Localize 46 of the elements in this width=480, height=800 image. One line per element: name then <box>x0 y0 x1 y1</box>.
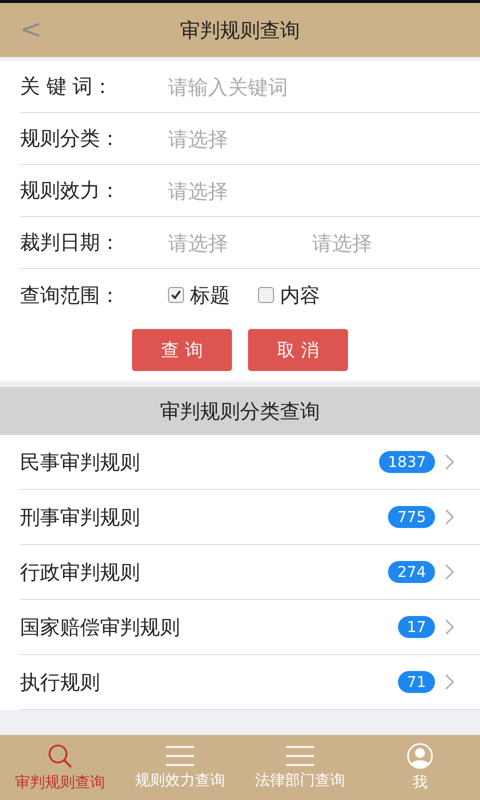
count-badge: 17 <box>398 616 435 638</box>
count-badge: 775 <box>388 506 435 528</box>
page-title: 审判规则查询 <box>180 16 300 44</box>
chevron-right-icon <box>445 619 454 635</box>
category-item[interactable]: 执行规则 71 <box>20 655 480 710</box>
category-item[interactable]: 国家赔偿审判规则 17 <box>20 600 480 655</box>
keyword-field[interactable]: 请输入关键词 <box>168 74 408 98</box>
count-badge: 1837 <box>378 451 435 473</box>
category-name: 国家赔偿审判规则 <box>20 614 181 640</box>
search-button[interactable]: 查 询 <box>132 329 232 371</box>
select-field[interactable]: 请选择 <box>168 126 288 150</box>
date-field[interactable]: 请选择 <box>168 230 312 254</box>
chevron-right-icon <box>445 564 454 580</box>
select-field[interactable]: 请选择 <box>168 178 288 202</box>
chevron-right-icon <box>445 454 454 470</box>
category-name: 刑事审判规则 <box>20 504 141 530</box>
category-item[interactable]: 民事审判规则 1837 <box>20 435 480 490</box>
section-header: 审判规则分类查询 <box>0 387 480 435</box>
field-label: 查询范围： <box>20 282 121 308</box>
menu-icon <box>285 745 315 767</box>
tab[interactable]: 审判规则查询 <box>0 735 120 800</box>
menu-icon <box>165 745 195 767</box>
cancel-button[interactable]: 取 消 <box>248 329 348 371</box>
count-badge: 71 <box>398 671 435 693</box>
category-name: 执行规则 <box>20 668 101 696</box>
count-badge: 274 <box>388 561 435 583</box>
category-name: 行政审判规则 <box>20 558 141 586</box>
category-item[interactable]: 刑事审判规则 775 <box>20 490 480 545</box>
category-item[interactable]: 行政审判规则 274 <box>20 545 480 600</box>
tab[interactable]: 我 <box>360 735 480 800</box>
field-label: 规则分类： <box>20 125 121 152</box>
checkbox[interactable] <box>168 287 184 303</box>
checkbox-label: 内容 <box>280 282 320 308</box>
checkbox-label: 标题 <box>190 282 230 308</box>
tab[interactable]: 规则效力查询 <box>120 735 240 800</box>
search-icon <box>47 743 73 769</box>
chevron-right-icon <box>445 674 454 690</box>
checkbox[interactable] <box>258 287 274 303</box>
date-field[interactable]: 请选择 <box>312 230 456 254</box>
category-name: 民事审判规则 <box>20 448 141 476</box>
tab[interactable]: 法律部门查询 <box>240 735 360 800</box>
field-label: 规则效力： <box>20 177 121 204</box>
field-label: 裁判日期： <box>20 229 121 256</box>
field-label: 关 键 词： <box>20 73 114 100</box>
chevron-right-icon <box>445 509 454 525</box>
user-icon <box>407 743 433 769</box>
